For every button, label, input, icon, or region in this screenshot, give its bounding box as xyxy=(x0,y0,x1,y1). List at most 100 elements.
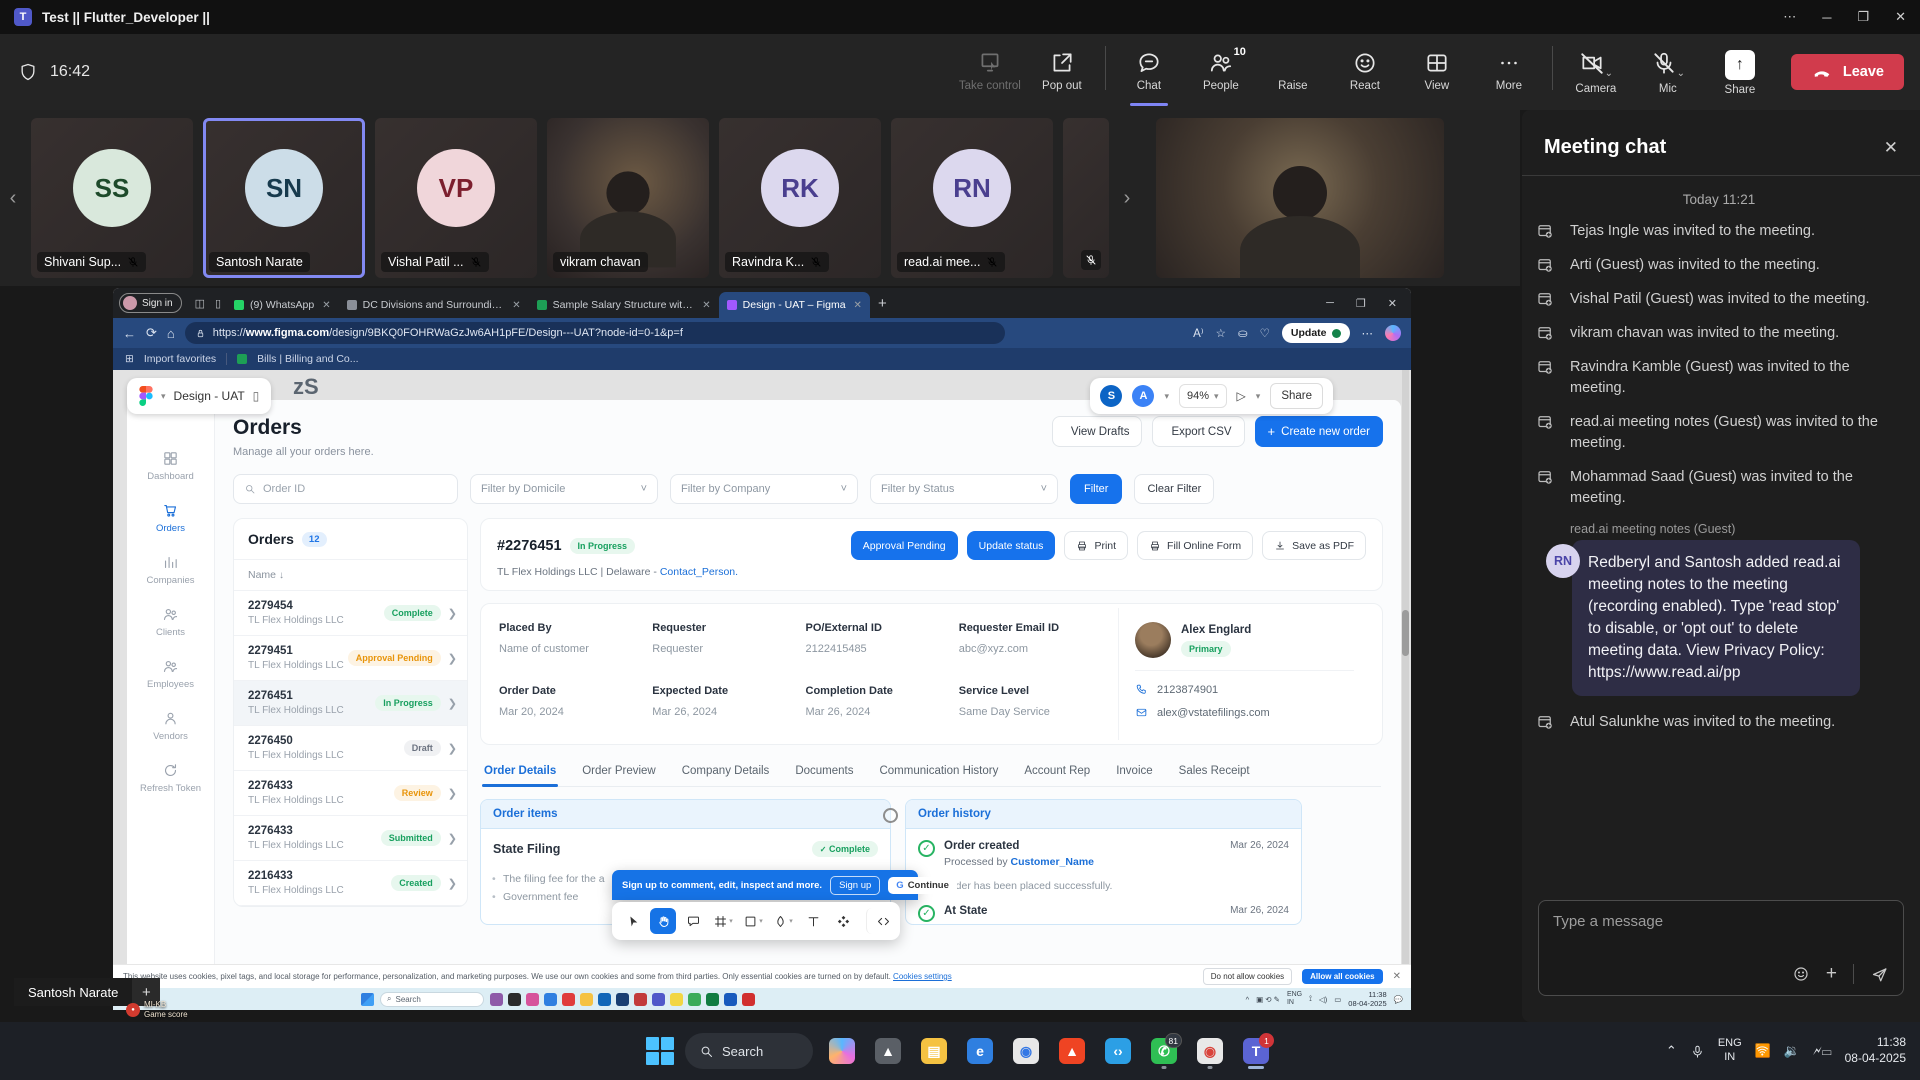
browser-tab[interactable]: Sample Salary Structure with calc✕ xyxy=(529,292,719,318)
attach-plus-icon[interactable]: + xyxy=(1826,963,1837,985)
avatar[interactable]: S xyxy=(1100,385,1122,407)
tab-order-preview[interactable]: Order Preview xyxy=(580,759,658,786)
browser-tab[interactable]: DC Divisions and Surroundings✕ xyxy=(339,292,529,318)
toolbar-button-raise[interactable]: Raise xyxy=(1260,40,1326,104)
text-tool[interactable] xyxy=(800,908,826,934)
tray-chevron-icon[interactable]: ⌃ xyxy=(1666,1043,1677,1059)
chevron-down-icon[interactable]: ▾ xyxy=(1256,391,1261,402)
taskbar-icon-brave[interactable]: ▲ xyxy=(1053,1032,1091,1070)
favorite-star-icon[interactable]: ☆ xyxy=(1216,326,1226,340)
export-csv-button[interactable]: Export CSV xyxy=(1152,416,1244,447)
workspaces-icon[interactable]: ◫ xyxy=(195,297,205,310)
filter-button[interactable]: Filter xyxy=(1070,474,1122,504)
pdf-icon[interactable] xyxy=(742,993,755,1006)
video-tile-read-ai-mee---[interactable]: RNread.ai mee... xyxy=(891,118,1053,278)
video-tile-vishal-patil----[interactable]: VPVishal Patil ... xyxy=(375,118,537,278)
order-row[interactable]: 2216433TL Flex Holdings LLCCreated❯ xyxy=(234,861,467,906)
tab-close-icon[interactable]: ✕ xyxy=(854,300,862,311)
excel-icon[interactable] xyxy=(706,993,719,1006)
tab-sales-receipt[interactable]: Sales Receipt xyxy=(1177,759,1252,786)
sidebar-item-refresh-token[interactable]: Refresh Token xyxy=(131,762,211,794)
emoji-icon[interactable] xyxy=(1792,965,1810,983)
shared-clock[interactable]: 11:3808-04-2025 xyxy=(1348,990,1386,1009)
word-icon[interactable] xyxy=(724,993,737,1006)
system-clock[interactable]: 11:3808-04-2025 xyxy=(1845,1035,1906,1066)
column-header-name[interactable]: Name ↓ xyxy=(234,560,467,591)
chevron-down-icon[interactable]: ▾ xyxy=(789,917,793,925)
file-explorer-icon[interactable] xyxy=(580,993,593,1006)
toolbar-button-react[interactable]: React xyxy=(1332,40,1398,104)
language-indicator[interactable]: ENGIN xyxy=(1718,1037,1742,1065)
read-aloud-icon[interactable]: A⁾ xyxy=(1193,326,1204,340)
toolbar-button-people[interactable]: People10 xyxy=(1188,40,1254,104)
taskbar-icon-chrome-profile[interactable]: ◉ xyxy=(1191,1032,1229,1070)
present-icon[interactable]: ▷ xyxy=(1237,389,1246,403)
outlook-icon[interactable] xyxy=(598,993,611,1006)
toolbar-button-more[interactable]: More xyxy=(1476,40,1542,104)
sidebar-item-vendors[interactable]: Vendors xyxy=(131,710,211,742)
wifi-icon[interactable]: ⟟ xyxy=(1309,994,1312,1004)
contact-phone[interactable]: 2123874901 xyxy=(1135,683,1354,696)
favorites-import-link[interactable]: Import favorites xyxy=(144,353,216,365)
taskbar-icon-whatsapp[interactable]: ✆81 xyxy=(1145,1032,1183,1070)
taskbar-icon-gray-app[interactable]: ▲ xyxy=(869,1032,907,1070)
toolbar-button-share[interactable]: ↑Share xyxy=(1707,40,1773,104)
tab-company-details[interactable]: Company Details xyxy=(680,759,772,786)
allow-cookies-button[interactable]: Allow all cookies xyxy=(1302,969,1382,984)
opera-icon[interactable] xyxy=(562,993,575,1006)
teams-icon[interactable] xyxy=(652,993,665,1006)
toolbar-button-view[interactable]: View xyxy=(1404,40,1470,104)
video-tile-ravindra-k---[interactable]: RKRavindra K... xyxy=(719,118,881,278)
filter-dropdown-filter-by-status[interactable]: Filter by Status˅ xyxy=(870,474,1058,504)
chevron-down-icon[interactable]: ▾ xyxy=(729,917,733,925)
wifi-icon[interactable]: 🛜 xyxy=(1755,1043,1771,1059)
taskbar-icon-vscode[interactable]: ‹› xyxy=(1099,1032,1137,1070)
edge-icon[interactable] xyxy=(544,993,557,1006)
video-tile-vikram-chavan[interactable]: vikram chavan xyxy=(547,118,709,278)
signup-button[interactable]: Sign up xyxy=(830,876,880,895)
battery-icon[interactable]: 🗲▭ xyxy=(1813,1043,1832,1059)
taskbar-icon-edge[interactable]: e xyxy=(961,1032,999,1070)
sidebar-item-employees[interactable]: Employees xyxy=(131,658,211,690)
url-field[interactable]: https://www.figma.com/design/9BKQ0FOHRWa… xyxy=(185,322,1005,344)
tab-close-icon[interactable]: ✕ xyxy=(702,300,710,311)
filmstrip-prev-button[interactable]: ‹ xyxy=(0,170,26,226)
vertical-tabs-icon[interactable]: ▯ xyxy=(215,297,221,310)
tray-chevron-icon[interactable]: ^ xyxy=(1246,995,1250,1004)
order-row[interactable]: 2276450TL Flex Holdings LLCDraft❯ xyxy=(234,726,467,771)
figma-share-button[interactable]: Share xyxy=(1270,383,1323,409)
contact-person-link[interactable]: Contact_Person. xyxy=(660,566,738,578)
tab-documents[interactable]: Documents xyxy=(793,759,855,786)
browser-tab[interactable]: Design - UAT – Figma✕ xyxy=(719,292,870,318)
figma-logo-icon[interactable] xyxy=(139,386,153,406)
browser-close-icon[interactable]: ✕ xyxy=(1388,297,1397,310)
home-icon[interactable]: ⌂ xyxy=(167,326,175,341)
cookie-settings-link[interactable]: Cookies settings xyxy=(893,972,952,981)
sidebar-item-orders[interactable]: Orders xyxy=(131,502,211,534)
update-status-button[interactable]: Update status xyxy=(967,531,1056,560)
tab-account-rep[interactable]: Account Rep xyxy=(1022,759,1092,786)
component-tool[interactable] xyxy=(830,908,856,934)
tab-order-details[interactable]: Order Details xyxy=(482,759,558,786)
customer-name-link[interactable]: Customer_Name xyxy=(1011,856,1094,868)
taskbar-icon-teams[interactable]: T1 xyxy=(1237,1032,1275,1070)
filter-dropdown-filter-by-domicile[interactable]: Filter by Domicile˅ xyxy=(470,474,658,504)
window-minimize-icon[interactable]: ─ xyxy=(1822,10,1831,25)
order-id-search-input[interactable]: Order ID xyxy=(233,474,458,504)
chrome-icon[interactable] xyxy=(688,993,701,1006)
sidebar-item-companies[interactable]: Companies xyxy=(131,554,211,586)
order-row[interactable]: 2276451TL Flex Holdings LLCIn Progress❯ xyxy=(234,681,467,726)
back-icon[interactable]: ← xyxy=(123,326,136,341)
volume-icon[interactable]: 🔉 xyxy=(1784,1043,1800,1059)
comment-tool[interactable] xyxy=(680,908,706,934)
clear-filter-button[interactable]: Clear Filter xyxy=(1134,474,1214,504)
order-row[interactable]: 2279454TL Flex Holdings LLCComplete❯ xyxy=(234,591,467,636)
sidebar-item-dashboard[interactable]: Dashboard xyxy=(131,450,211,482)
browser-restore-icon[interactable]: ❐ xyxy=(1356,297,1366,310)
taskbar-icon-copilot[interactable] xyxy=(823,1032,861,1070)
save-as-pdf-button[interactable]: Save as PDF xyxy=(1262,531,1366,560)
zoom-level-control[interactable]: 94%▾ xyxy=(1179,384,1227,408)
approval-pending-button[interactable]: Approval Pending xyxy=(851,531,958,560)
view-drafts-button[interactable]: View Drafts xyxy=(1052,416,1143,447)
video-tile-presenter[interactable] xyxy=(1156,118,1444,278)
